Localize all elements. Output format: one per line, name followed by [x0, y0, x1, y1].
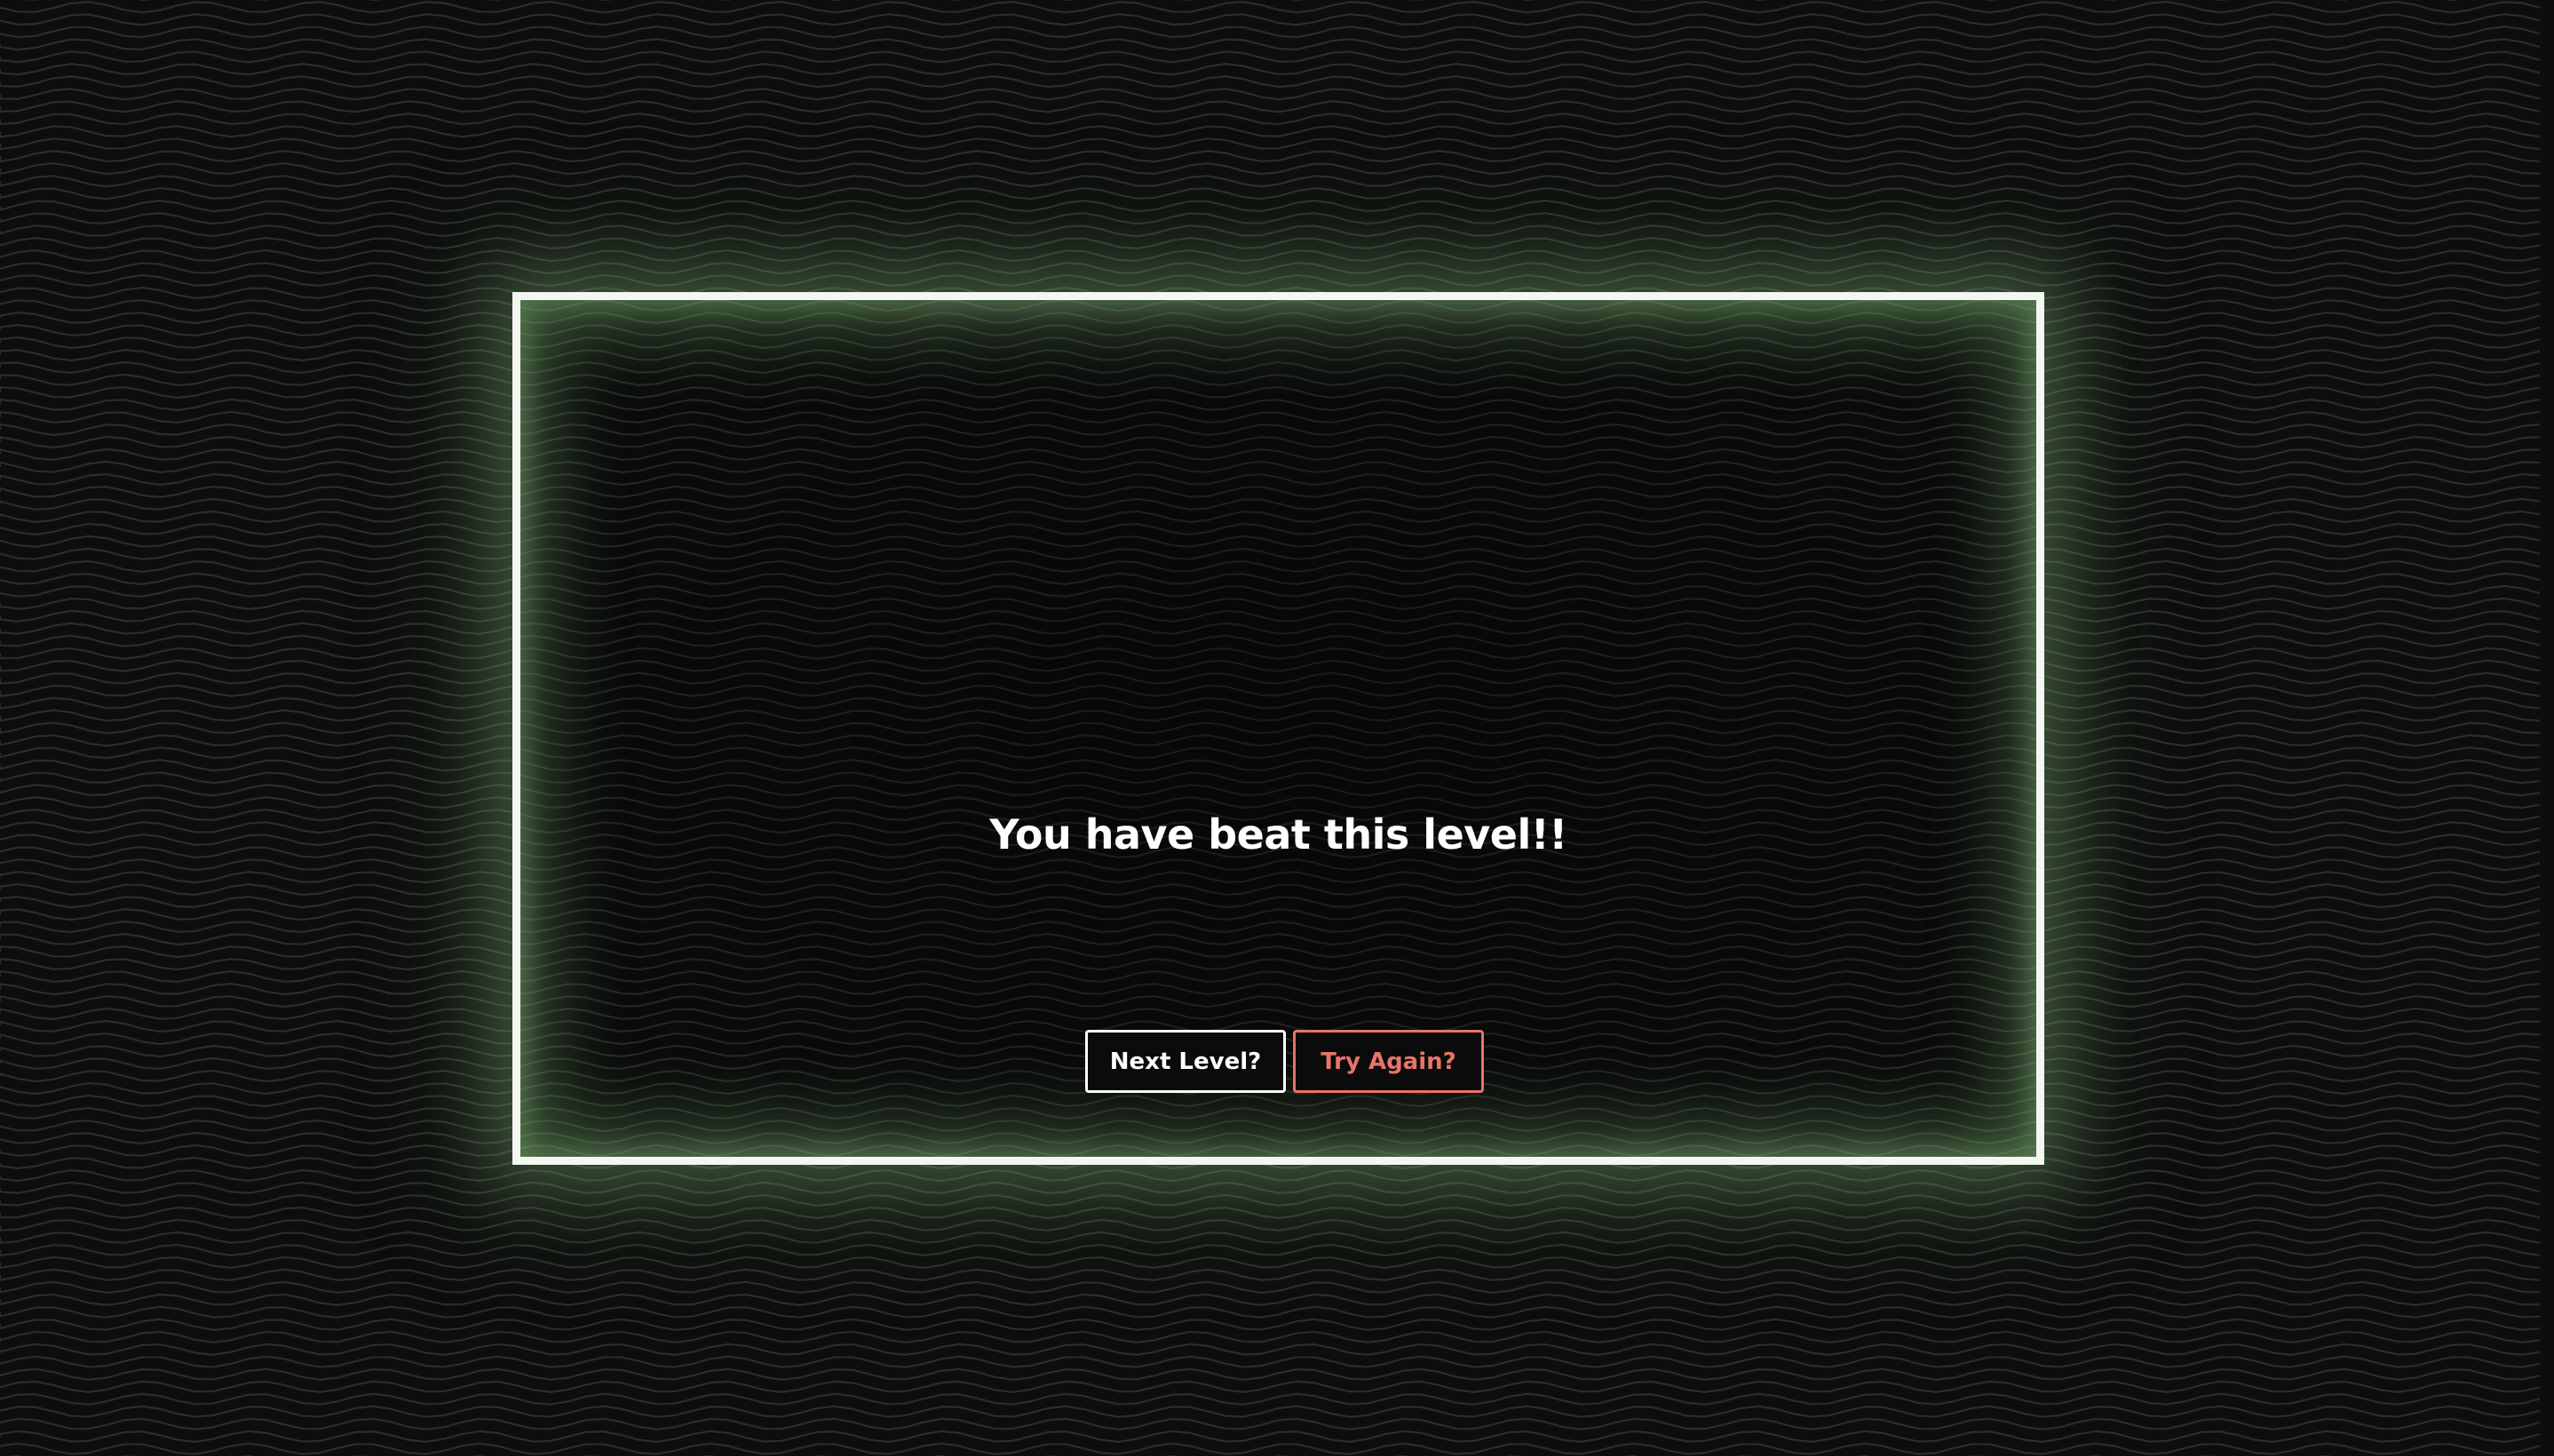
level-complete-message: You have beat this level!!: [989, 811, 1567, 859]
game-screen: You have beat this level!! Next Level? T…: [0, 0, 2554, 1456]
action-buttons: Next Level? Try Again?: [520, 1030, 2036, 1093]
next-level-button[interactable]: Next Level?: [1085, 1030, 1286, 1093]
try-again-button[interactable]: Try Again?: [1293, 1030, 1484, 1093]
game-panel: You have beat this level!! Next Level? T…: [512, 292, 2044, 1165]
panel-inner-shade: [520, 300, 2036, 1157]
